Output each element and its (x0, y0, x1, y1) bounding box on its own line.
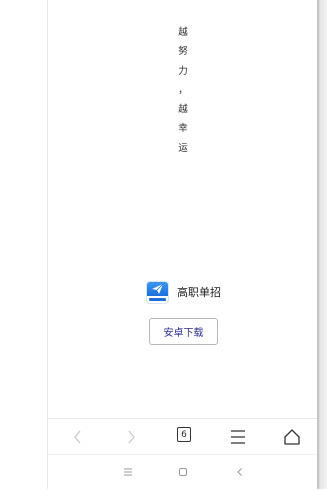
slogan-char: 幸 (178, 123, 188, 135)
app-logo-icon (146, 280, 169, 304)
left-margin-strip (0, 0, 47, 489)
square-icon (179, 468, 187, 476)
app-info: 高职单招 (146, 280, 221, 304)
menu-icon (124, 468, 132, 476)
menu-button[interactable] (227, 427, 249, 447)
home-icon (284, 429, 300, 445)
slogan-char: 越 (178, 27, 188, 38)
home-button[interactable] (281, 427, 303, 447)
menu-icon (231, 430, 245, 444)
system-menu-button[interactable] (121, 464, 135, 478)
forward-button[interactable] (120, 427, 142, 447)
tabs-count-button[interactable]: 6 (177, 427, 191, 442)
right-edge-shadow (317, 0, 327, 489)
slogan-char: 运 (178, 142, 188, 154)
back-button[interactable] (67, 427, 89, 447)
back-icon (237, 468, 242, 476)
chevron-right-icon (128, 430, 135, 444)
paper-plane-icon (152, 283, 164, 294)
slogan-char: 努 (178, 46, 188, 58)
browser-toolbar: 6 (48, 418, 317, 455)
slogan-vertical: 越 努 力 ， 越 幸 运 (176, 23, 190, 158)
slogan-char: ， (178, 84, 188, 96)
app-name: 高职单招 (177, 286, 221, 299)
system-navigation-bar (48, 454, 317, 490)
app-logo-caption-bar (149, 297, 166, 301)
slogan-char: 力 (178, 65, 188, 77)
system-back-button[interactable] (233, 464, 247, 478)
chevron-left-icon (74, 430, 81, 444)
android-download-button[interactable]: 安卓下载 (149, 318, 218, 345)
system-home-button[interactable] (176, 464, 190, 478)
slogan-char: 越 (178, 104, 188, 116)
